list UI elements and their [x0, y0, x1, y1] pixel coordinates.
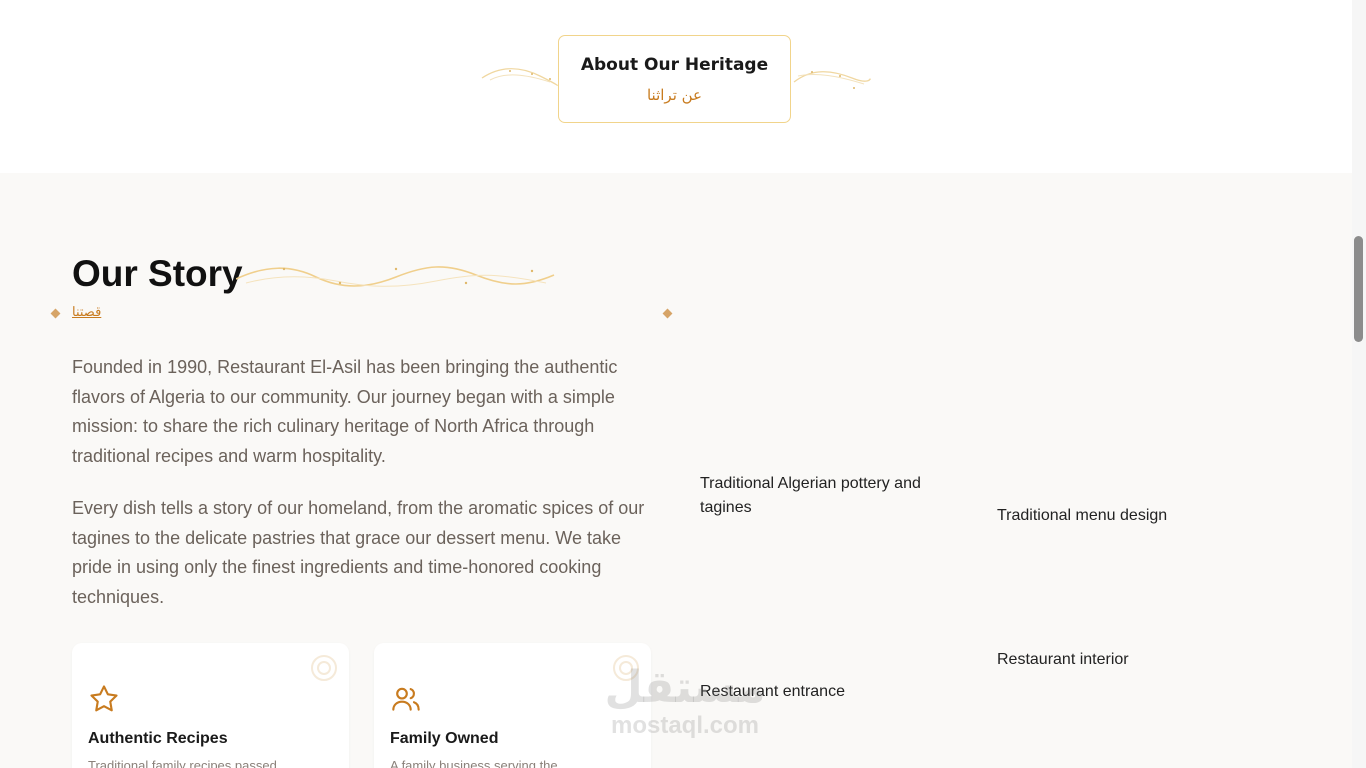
story-vine-ornament [236, 266, 555, 287]
diamond-ornament-left [50, 308, 61, 319]
image-alt-text: Traditional menu design [997, 507, 1168, 524]
scrollbar-thumb[interactable] [1354, 236, 1363, 342]
heritage-arabic-subtitle: عن تراثنا [646, 86, 703, 104]
heritage-title: About Our Heritage [580, 55, 769, 75]
feature-title: Family Owned [390, 730, 499, 747]
mostaql-watermark: مستقل mostaql.com [600, 663, 770, 739]
vine-ornament-left [481, 68, 559, 87]
watermark-latin: mostaql.com [610, 712, 760, 739]
image-restaurant-interior: Restaurant interior [997, 648, 1267, 672]
story-paragraph: Every dish tells a story of our homeland… [72, 498, 645, 607]
card-decoration-icon [311, 655, 337, 681]
feature-title: Authentic Recipes [88, 730, 228, 747]
feature-description: A family business serving the [390, 758, 558, 768]
story-paragraph: Founded in 1990, Restaurant El-Asil has … [72, 357, 618, 466]
story-title: Our Story [72, 253, 243, 294]
scrollbar-track[interactable] [1352, 0, 1366, 768]
users-icon [390, 683, 422, 719]
feature-card-authentic-recipes: Authentic Recipes Traditional family rec… [72, 643, 349, 768]
star-icon [88, 683, 120, 719]
feature-description: Traditional family recipes passed [88, 758, 277, 768]
image-alt-text: Restaurant interior [997, 651, 1129, 668]
heritage-band: About Our Heritage عن تراثنا [0, 0, 1352, 173]
diamond-ornament-right [662, 308, 673, 319]
page: About Our Heritage عن تراثنا Our Story ق… [0, 0, 1366, 768]
story-arabic-subtitle: قصتنا [72, 305, 102, 320]
watermark-arabic: مستقل [604, 662, 766, 713]
heritage-heading-card: About Our Heritage عن تراثنا [558, 35, 791, 123]
vine-ornament-right [793, 71, 871, 89]
image-alt-text: Traditional Algerian pottery and tagines [700, 475, 921, 516]
image-menu-design: Traditional menu design [997, 504, 1267, 528]
image-pottery-tagines: Traditional Algerian pottery and tagines [700, 472, 970, 520]
